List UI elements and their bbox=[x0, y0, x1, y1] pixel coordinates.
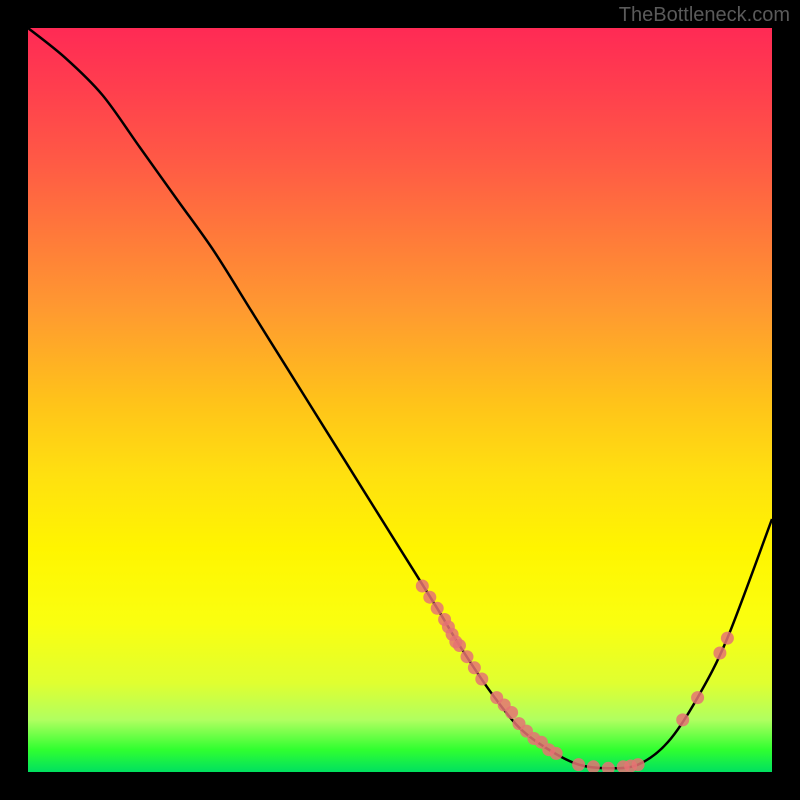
data-point bbox=[423, 591, 436, 604]
data-point bbox=[461, 650, 474, 663]
bottleneck-curve-line bbox=[28, 28, 772, 768]
data-point bbox=[602, 762, 615, 772]
data-point bbox=[416, 580, 429, 593]
data-point bbox=[632, 758, 645, 771]
data-point bbox=[475, 673, 488, 686]
scatter-dots-group bbox=[416, 580, 734, 773]
data-point bbox=[713, 647, 726, 660]
data-point bbox=[468, 661, 481, 674]
data-point bbox=[550, 747, 563, 760]
data-point bbox=[587, 760, 600, 772]
data-point bbox=[453, 639, 466, 652]
chart-svg bbox=[28, 28, 772, 772]
chart-container: TheBottleneck.com bbox=[0, 0, 800, 800]
watermark-text: TheBottleneck.com bbox=[619, 4, 790, 27]
data-point bbox=[721, 632, 734, 645]
data-point bbox=[431, 602, 444, 615]
data-point bbox=[676, 713, 689, 726]
plot-area bbox=[28, 28, 772, 772]
data-point bbox=[505, 706, 518, 719]
data-point bbox=[572, 758, 585, 771]
data-point bbox=[691, 691, 704, 704]
